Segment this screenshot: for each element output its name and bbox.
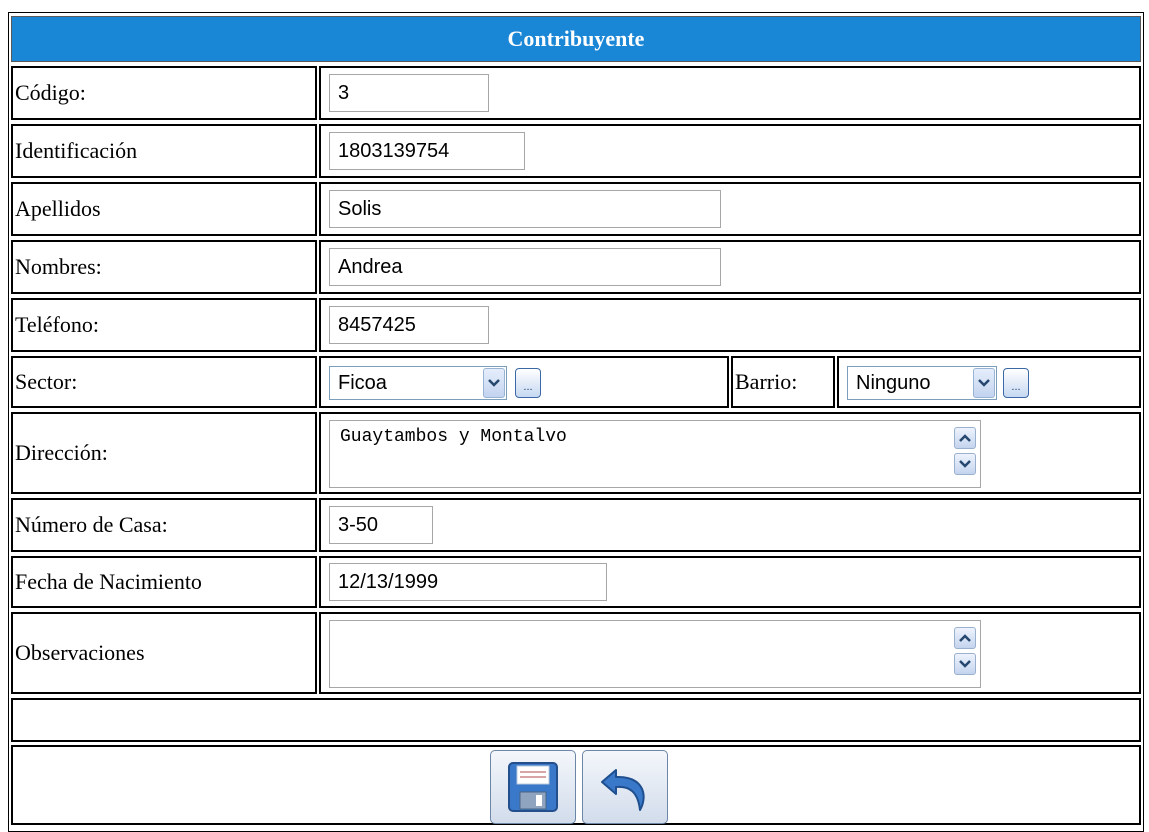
- nombres-cell: Andrea: [319, 240, 1141, 294]
- direccion-text: Guaytambos y Montalvo: [340, 427, 567, 447]
- observaciones-scrollbar[interactable]: [954, 627, 976, 679]
- sector-cell: Ficoa ...: [319, 356, 729, 408]
- floppy-disk-icon: [508, 762, 558, 812]
- scroll-up-icon[interactable]: [954, 627, 976, 649]
- undo-button[interactable]: [582, 750, 668, 824]
- observaciones-textarea[interactable]: [329, 620, 981, 688]
- identificacion-label: Identificación: [11, 124, 317, 178]
- sector-label: Sector:: [11, 356, 317, 408]
- apellidos-input[interactable]: Solis: [329, 190, 721, 228]
- codigo-label: Código:: [11, 66, 317, 120]
- sector-select[interactable]: Ficoa: [329, 366, 507, 400]
- message-row: [11, 698, 1141, 742]
- identificacion-cell: 1803139754: [319, 124, 1141, 178]
- form-header: Contribuyente: [11, 16, 1141, 62]
- telefono-label: Teléfono:: [11, 298, 317, 352]
- undo-arrow-icon: [601, 769, 645, 811]
- scroll-up-icon[interactable]: [954, 427, 976, 449]
- telefono-cell: 8457425: [319, 298, 1141, 352]
- actions-row: [11, 745, 1141, 825]
- apellidos-label: Apellidos: [11, 182, 317, 236]
- observaciones-label: Observaciones: [11, 612, 317, 694]
- codigo-cell: 3: [319, 66, 1141, 120]
- nombres-label: Nombres:: [11, 240, 317, 294]
- codigo-input[interactable]: 3: [329, 74, 489, 112]
- numero-casa-cell: 3-50: [319, 498, 1141, 552]
- form-title: Contribuyente: [507, 26, 645, 51]
- fecha-nacimiento-label: Fecha de Nacimiento: [11, 556, 317, 608]
- scroll-down-icon[interactable]: [954, 453, 976, 475]
- sector-more-button[interactable]: ...: [515, 368, 541, 398]
- apellidos-cell: Solis: [319, 182, 1141, 236]
- barrio-label: Barrio:: [731, 356, 835, 408]
- nombres-input[interactable]: Andrea: [329, 248, 721, 286]
- fecha-nacimiento-cell: 12/13/1999: [319, 556, 1141, 608]
- chevron-down-icon[interactable]: [973, 368, 995, 398]
- barrio-more-button[interactable]: ...: [1003, 368, 1029, 398]
- numero-casa-input[interactable]: 3-50: [329, 506, 433, 544]
- direccion-label: Dirección:: [11, 412, 317, 494]
- barrio-cell: Ninguno ...: [837, 356, 1141, 408]
- scroll-down-icon[interactable]: [954, 653, 976, 675]
- identificacion-input[interactable]: 1803139754: [329, 132, 525, 170]
- direccion-textarea[interactable]: Guaytambos y Montalvo: [329, 420, 981, 488]
- chevron-down-icon[interactable]: [483, 368, 505, 398]
- direccion-cell: Guaytambos y Montalvo: [319, 412, 1141, 494]
- observaciones-cell: [319, 612, 1141, 694]
- sector-selected: Ficoa: [338, 371, 387, 394]
- telefono-input[interactable]: 8457425: [329, 306, 489, 344]
- direccion-scrollbar[interactable]: [954, 427, 976, 479]
- barrio-selected: Ninguno: [856, 371, 931, 394]
- barrio-select[interactable]: Ninguno: [847, 366, 997, 400]
- save-button[interactable]: [490, 750, 576, 824]
- numero-casa-label: Número de Casa:: [11, 498, 317, 552]
- fecha-nacimiento-input[interactable]: 12/13/1999: [329, 563, 607, 601]
